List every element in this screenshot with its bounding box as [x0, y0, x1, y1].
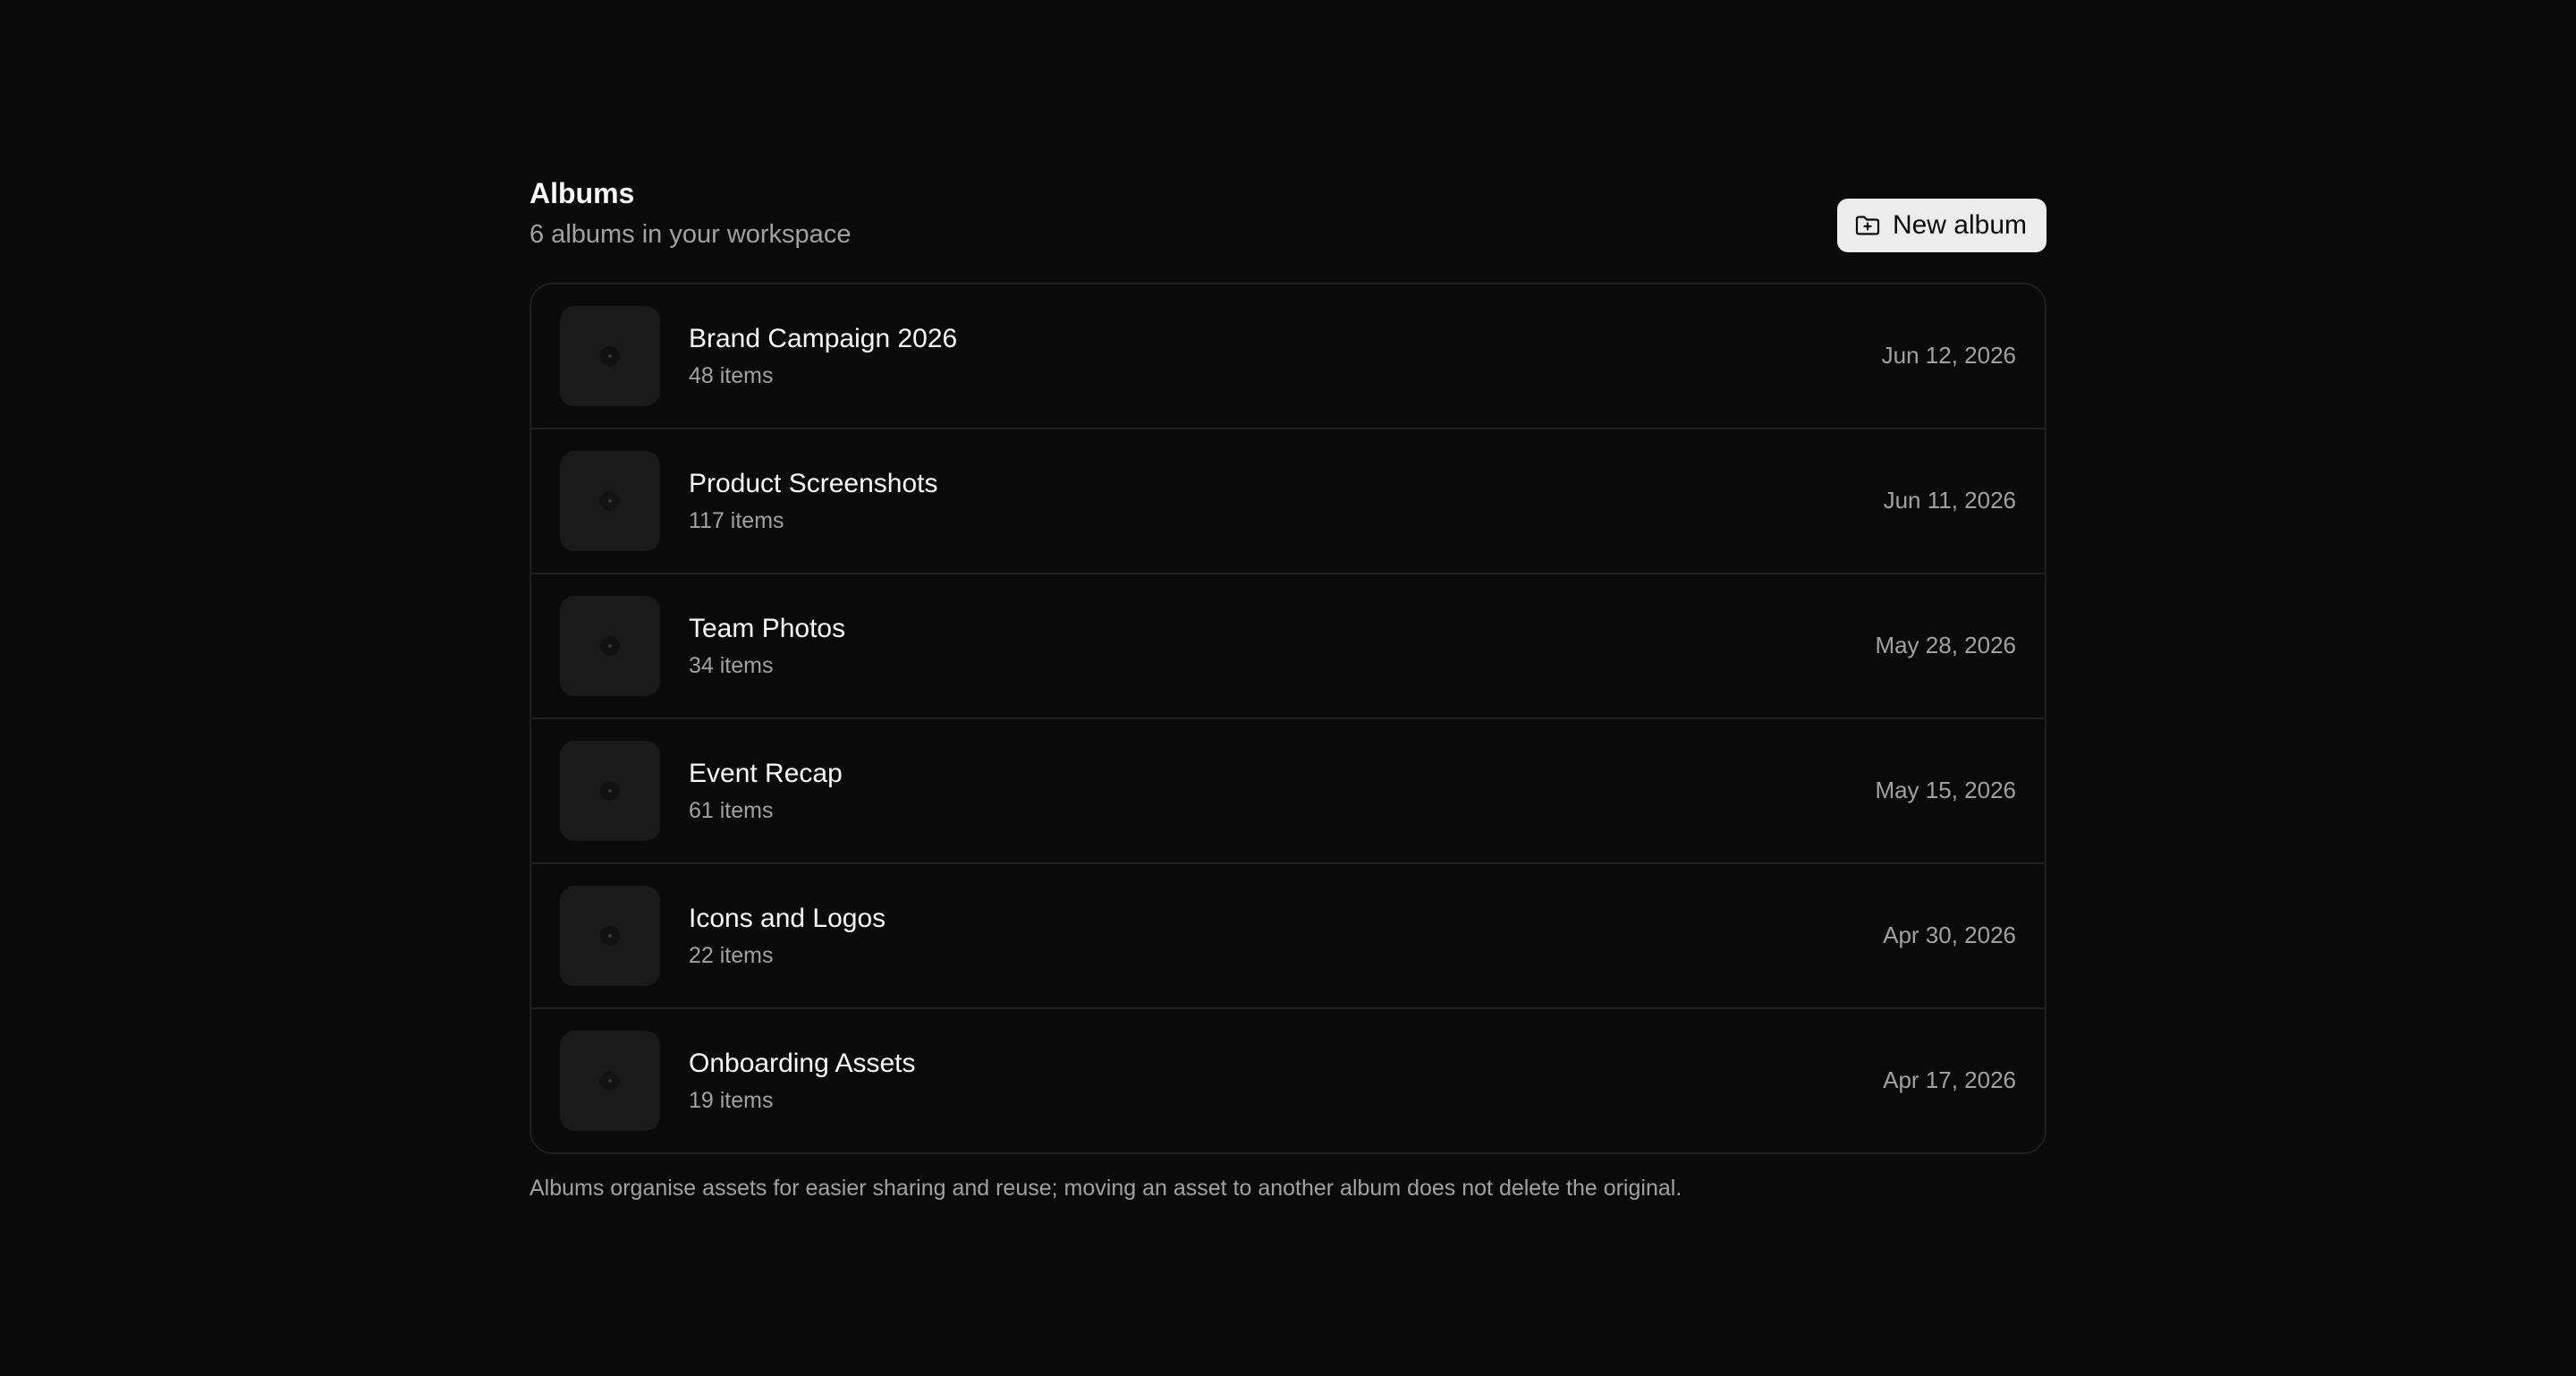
album-name: Onboarding Assets	[689, 1049, 916, 1078]
album-item-count: 22 items	[689, 943, 774, 968]
album-item-count: 61 items	[689, 798, 774, 823]
album-thumbnail	[560, 451, 660, 551]
album-row[interactable]: Product Screenshots 117 items Jun 11, 20…	[531, 428, 2045, 573]
album-placeholder-icon	[600, 1071, 620, 1091]
album-thumbnail	[560, 596, 660, 696]
albums-page: Albums 6 albums in your workspace New al…	[530, 175, 2046, 1201]
album-name: Event Recap	[689, 759, 843, 788]
album-placeholder-icon	[600, 781, 620, 801]
album-date: May 15, 2026	[1875, 777, 2016, 803]
new-album-button[interactable]: New album	[1836, 199, 2046, 252]
album-row[interactable]: Onboarding Assets 19 items Apr 17, 2026	[531, 1007, 2045, 1152]
album-item-count: 117 items	[689, 508, 784, 533]
album-item-count: 34 items	[689, 653, 774, 678]
new-album-label: New album	[1892, 210, 2027, 240]
page-title: Albums	[530, 177, 635, 209]
album-placeholder-icon	[600, 636, 620, 656]
album-name: Team Photos	[689, 614, 846, 643]
page-subtitle: 6 albums in your workspace	[530, 220, 852, 249]
album-item-count: 19 items	[689, 1088, 774, 1113]
album-row[interactable]: Icons and Logos 22 items Apr 30, 2026	[531, 862, 2045, 1007]
album-placeholder-icon	[600, 346, 620, 366]
album-placeholder-icon	[600, 491, 620, 511]
album-date: Jun 12, 2026	[1881, 342, 2016, 369]
album-date: Apr 17, 2026	[1883, 1066, 2016, 1093]
album-name: Product Screenshots	[689, 469, 938, 498]
page-header: Albums 6 albums in your workspace New al…	[530, 175, 2046, 283]
album-date: May 28, 2026	[1875, 632, 2016, 658]
album-thumbnail	[560, 1031, 660, 1131]
album-date: Apr 30, 2026	[1883, 922, 2016, 948]
album-row[interactable]: Event Recap 61 items May 15, 2026	[531, 718, 2045, 862]
footnote: Albums organise assets for easier sharin…	[530, 1176, 1682, 1201]
album-date: Jun 11, 2026	[1883, 487, 2016, 514]
album-list: Brand Campaign 2026 48 items Jun 12, 202…	[530, 283, 2046, 1154]
folder-plus-icon	[1855, 215, 1880, 236]
album-row[interactable]: Team Photos 34 items May 28, 2026	[531, 573, 2045, 718]
album-name: Brand Campaign 2026	[689, 324, 958, 353]
album-item-count: 48 items	[689, 363, 774, 388]
album-placeholder-icon	[600, 926, 620, 946]
album-thumbnail	[560, 886, 660, 986]
album-name: Icons and Logos	[689, 904, 886, 933]
album-row[interactable]: Brand Campaign 2026 48 items Jun 12, 202…	[531, 285, 2045, 428]
album-thumbnail	[560, 741, 660, 841]
album-thumbnail	[560, 306, 660, 406]
